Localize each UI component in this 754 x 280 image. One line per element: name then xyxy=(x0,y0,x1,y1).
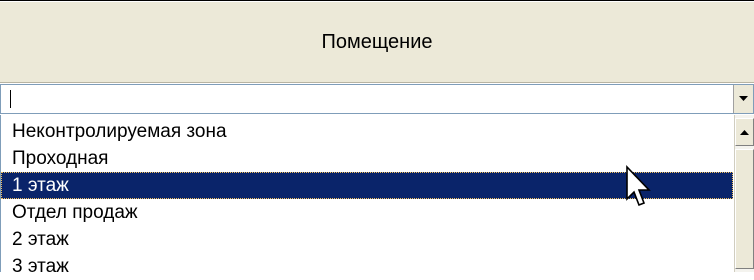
scroll-up-button[interactable] xyxy=(735,118,754,146)
list-item[interactable]: 3 этаж xyxy=(1,253,733,280)
column-header-label: Помещение xyxy=(321,30,433,53)
column-header-room[interactable]: Помещение xyxy=(0,2,754,83)
chevron-down-icon xyxy=(739,96,748,101)
list-item[interactable]: Неконтролируемая зона xyxy=(1,118,733,145)
room-grid: Помещение Неконтролируемая зона Проходна… xyxy=(0,0,754,277)
vertical-scrollbar[interactable] xyxy=(734,115,754,272)
list-item[interactable]: 2 этаж xyxy=(1,226,733,253)
text-caret xyxy=(10,90,11,108)
arrow-up-icon xyxy=(740,130,749,135)
dropdown-button[interactable] xyxy=(733,85,753,113)
scroll-thumb[interactable] xyxy=(735,149,754,269)
room-combobox[interactable] xyxy=(0,84,754,114)
room-combobox-input[interactable] xyxy=(1,85,733,113)
mouse-pointer-icon xyxy=(626,165,651,207)
